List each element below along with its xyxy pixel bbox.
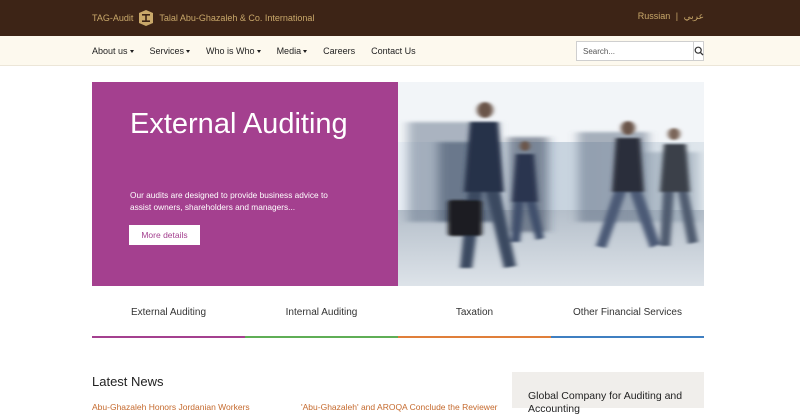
- caret-down-icon: [303, 49, 308, 53]
- main-nav: About us Services Who is Who Media Caree…: [92, 36, 432, 66]
- search-box: [576, 41, 704, 61]
- hero-description: Our audits are designed to provide busin…: [130, 190, 328, 212]
- brand-full-name: Talal Abu-Ghazaleh & Co. International: [159, 13, 315, 23]
- search-button[interactable]: [693, 42, 704, 60]
- caret-down-icon: [129, 49, 134, 53]
- nav-about-us[interactable]: About us: [92, 46, 134, 56]
- brand-short-name: TAG-Audit: [92, 13, 134, 23]
- tag-logo-icon[interactable]: [139, 10, 154, 26]
- hero-title: External Auditing: [130, 108, 348, 140]
- tab-internal-auditing-label: Internal Auditing: [285, 306, 358, 318]
- nav-who-is-who[interactable]: Who is Who: [206, 46, 261, 56]
- nav-services-label: Services: [149, 46, 185, 56]
- tab-taxation-label: Taxation: [455, 306, 494, 318]
- tab-external-auditing[interactable]: External Auditing: [92, 286, 245, 338]
- tab-internal-auditing-underline: [245, 336, 398, 338]
- nav-media[interactable]: Media: [277, 46, 308, 56]
- tab-internal-auditing[interactable]: Internal Auditing: [245, 286, 398, 338]
- tab-external-auditing-label: External Auditing: [130, 306, 207, 318]
- brand[interactable]: TAG-Audit Talal Abu-Ghazaleh & Co. Inter…: [92, 9, 314, 27]
- nav-contact-us-label: Contact Us: [371, 46, 416, 56]
- caret-down-icon: [186, 49, 191, 53]
- hero-panel: External Auditing Our audits are designe…: [92, 82, 398, 286]
- tab-other-financial-services-underline: [551, 336, 704, 338]
- tab-taxation-underline: [398, 336, 551, 338]
- caret-down-icon: [256, 49, 261, 53]
- nav-services[interactable]: Services: [150, 46, 191, 56]
- language-separator: |: [675, 11, 679, 21]
- nav-about-us-label: About us: [92, 46, 128, 56]
- search-input[interactable]: [577, 42, 693, 60]
- nav-contact-us[interactable]: Contact Us: [371, 46, 416, 56]
- tab-taxation[interactable]: Taxation: [398, 286, 551, 338]
- tab-other-financial-services-label: Other Financial Services: [573, 306, 682, 318]
- news-link-2[interactable]: 'Abu-Ghazaleh' and AROQA Conclude the Re…: [301, 402, 498, 412]
- latest-news-heading: Latest News: [92, 374, 164, 389]
- service-tabs: External Auditing Internal Auditing Taxa…: [92, 286, 704, 338]
- nav-who-is-who-label: Who is Who: [206, 46, 255, 56]
- sidebar-company-box: Global Company for Auditing and Accounti…: [512, 372, 704, 415]
- more-details-button[interactable]: More details: [129, 225, 200, 245]
- language-arabic-link[interactable]: عربي: [684, 11, 704, 21]
- tab-other-financial-services[interactable]: Other Financial Services: [551, 286, 704, 338]
- nav-careers[interactable]: Careers: [323, 46, 355, 56]
- search-icon: [694, 46, 704, 56]
- hero-image-business-people: [398, 82, 704, 286]
- news-link-1[interactable]: Abu-Ghazaleh Honors Jordanian Workers: [92, 402, 250, 412]
- nav-careers-label: Careers: [323, 46, 356, 56]
- nav-media-label: Media: [276, 46, 302, 56]
- tab-external-auditing-underline: [92, 336, 245, 338]
- language-switcher: Russian | عربي: [638, 11, 704, 22]
- top-bar: TAG-Audit Talal Abu-Ghazaleh & Co. Inter…: [0, 0, 800, 36]
- language-russian-link[interactable]: Russian: [638, 11, 671, 21]
- sidebar-company-title: Global Company for Auditing and Accounti…: [528, 390, 683, 415]
